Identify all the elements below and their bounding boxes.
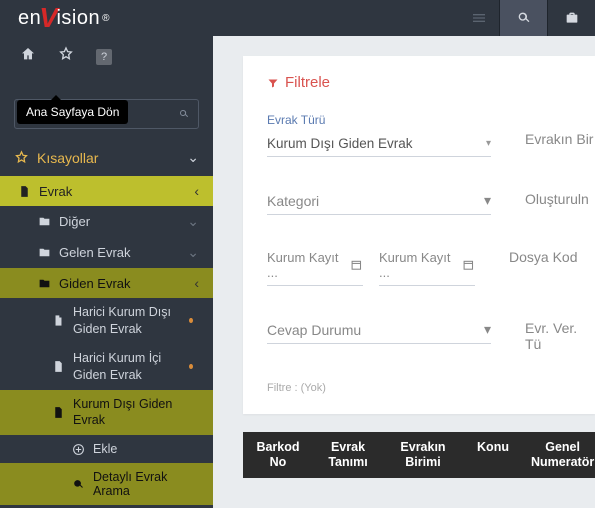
- nav-evrak[interactable]: Evrak ‹: [0, 176, 213, 206]
- kategori-placeholder: Kategori: [267, 193, 319, 209]
- nav-giden-label: Giden Evrak: [59, 276, 131, 291]
- search-icon: [516, 10, 532, 26]
- brand-logo: enVision®: [0, 0, 213, 36]
- home-icon: [20, 46, 36, 62]
- cevap-durumu-placeholder: Cevap Durumu: [267, 322, 361, 338]
- filter-title: Filtrele: [285, 74, 330, 91]
- shortcuts-header[interactable]: Kısayollar ⌄: [0, 139, 213, 176]
- th-genel-numerator[interactable]: Genel Numeratör: [523, 440, 595, 470]
- sidebar: ? Ana Sayfaya Dön Kısayollar ⌄ Evrak ‹ D…: [0, 36, 213, 508]
- plus-circle-icon: [72, 443, 85, 456]
- filter-toggle[interactable]: Filtrele: [267, 74, 595, 91]
- nav-harici-disi-label: Harici Kurum Dışı Giden Evrak: [73, 304, 189, 338]
- filter-note: Filtre : (Yok): [267, 382, 595, 394]
- evr-ver-tu-label: Evr. Ver. Tü: [525, 316, 595, 352]
- evrak-turu-value: Kurum Dışı Giden Evrak: [267, 136, 413, 151]
- filter-icon: [267, 77, 279, 89]
- help-icon: ?: [101, 51, 107, 63]
- home-tooltip: Ana Sayfaya Dön: [17, 100, 128, 124]
- results-table-header: Barkod No Evrak Tanımı Evrakın Birimi Ko…: [243, 432, 595, 478]
- file-icon: [52, 360, 65, 373]
- th-konu[interactable]: Konu: [463, 440, 523, 470]
- olusturuln-label: Oluşturuln: [525, 187, 595, 207]
- main-content: Filtrele Evrak Türü Kurum Dışı Giden Evr…: [213, 36, 595, 508]
- th-barkod[interactable]: Barkod No: [243, 440, 313, 470]
- kurum-kayit-end-label: Kurum Kayıt ...: [379, 250, 456, 280]
- nav-ekle-label: Ekle: [93, 442, 117, 456]
- briefcase-icon: [564, 10, 580, 26]
- file-icon: [52, 406, 65, 419]
- caret-down-icon: ▾: [484, 192, 491, 209]
- brand-reg: ®: [102, 13, 110, 24]
- kurum-kayit-start-label: Kurum Kayıt ...: [267, 250, 344, 280]
- field-kurum-kayit-start[interactable]: Kurum Kayıt ...: [267, 245, 363, 286]
- nav-kurum-disi-label: Kurum Dışı Giden Evrak: [73, 396, 193, 430]
- document-icon: [18, 185, 31, 198]
- nav-evrak-label: Evrak: [39, 184, 72, 199]
- folder-icon: [38, 215, 51, 228]
- field-evrak-turu[interactable]: Evrak Türü Kurum Dışı Giden Evrak ▾: [267, 113, 491, 157]
- th-evrak-tanimi[interactable]: Evrak Tanımı: [313, 440, 383, 470]
- field-kategori[interactable]: Kategori ▾: [267, 187, 491, 215]
- brand-post: ision: [56, 7, 100, 30]
- caret-down-icon: ▾: [486, 138, 491, 149]
- chevron-down-icon: ⌄: [187, 149, 199, 166]
- topbar: enVision®: [0, 0, 595, 36]
- search-icon: [178, 107, 190, 121]
- nav-gelen-evrak[interactable]: Gelen Evrak ⌄: [0, 237, 213, 268]
- home-button[interactable]: [20, 46, 36, 67]
- star-icon: [58, 46, 74, 62]
- calendar-icon: [462, 258, 475, 272]
- star-icon: [14, 150, 29, 165]
- indicator-dot: [189, 318, 193, 323]
- chevron-left-icon: ‹: [194, 275, 199, 291]
- dosya-kod-label: Dosya Kod: [509, 245, 595, 265]
- briefcase-button[interactable]: [547, 0, 595, 36]
- search-icon: [72, 478, 85, 491]
- indicator-dot: [189, 364, 193, 369]
- nav-detayli-label: Detaylı Evrak Arama: [93, 470, 199, 498]
- evrakin-bir-label: Evrakın Bir: [525, 113, 595, 147]
- chevron-down-icon: ⌄: [187, 213, 199, 230]
- field-cevap-durumu[interactable]: Cevap Durumu ▾: [267, 316, 491, 352]
- hamburger-icon: [471, 10, 487, 26]
- nav-diger[interactable]: Diğer ⌄: [0, 206, 213, 237]
- evrak-turu-label: Evrak Türü: [267, 113, 491, 127]
- side-quick-icons: ?: [0, 36, 213, 73]
- nav-kurum-disi[interactable]: Kurum Dışı Giden Evrak: [0, 390, 213, 436]
- nav-giden-evrak[interactable]: Giden Evrak ‹: [0, 268, 213, 298]
- top-search-button[interactable]: [499, 0, 547, 36]
- nav-harici-ici-label: Harici Kurum İçi Giden Evrak: [73, 350, 189, 384]
- chevron-down-icon: ⌄: [187, 244, 199, 261]
- th-evrakin-birimi[interactable]: Evrakın Birimi: [383, 440, 463, 470]
- menu-toggle-button[interactable]: [459, 0, 499, 36]
- nav-harici-disi[interactable]: Harici Kurum Dışı Giden Evrak: [0, 298, 213, 344]
- nav-ekle[interactable]: Ekle: [0, 435, 213, 463]
- help-button[interactable]: ?: [96, 49, 112, 65]
- nav-gelen-label: Gelen Evrak: [59, 245, 131, 260]
- folder-icon: [38, 277, 51, 290]
- nav-detayli-arama[interactable]: Detaylı Evrak Arama: [0, 463, 213, 505]
- favorites-button[interactable]: [58, 46, 74, 67]
- folder-icon: [38, 246, 51, 259]
- field-kurum-kayit-end[interactable]: Kurum Kayıt ...: [379, 245, 475, 286]
- file-icon: [52, 314, 65, 327]
- chevron-left-icon: ‹: [194, 183, 199, 199]
- shortcuts-label: Kısayollar: [37, 150, 98, 166]
- brand-pre: en: [18, 7, 41, 30]
- calendar-icon: [350, 258, 363, 272]
- caret-down-icon: ▾: [484, 321, 491, 338]
- nav-harici-ici[interactable]: Harici Kurum İçi Giden Evrak: [0, 344, 213, 390]
- filter-card: Filtrele Evrak Türü Kurum Dışı Giden Evr…: [243, 56, 595, 414]
- nav-diger-label: Diğer: [59, 214, 90, 229]
